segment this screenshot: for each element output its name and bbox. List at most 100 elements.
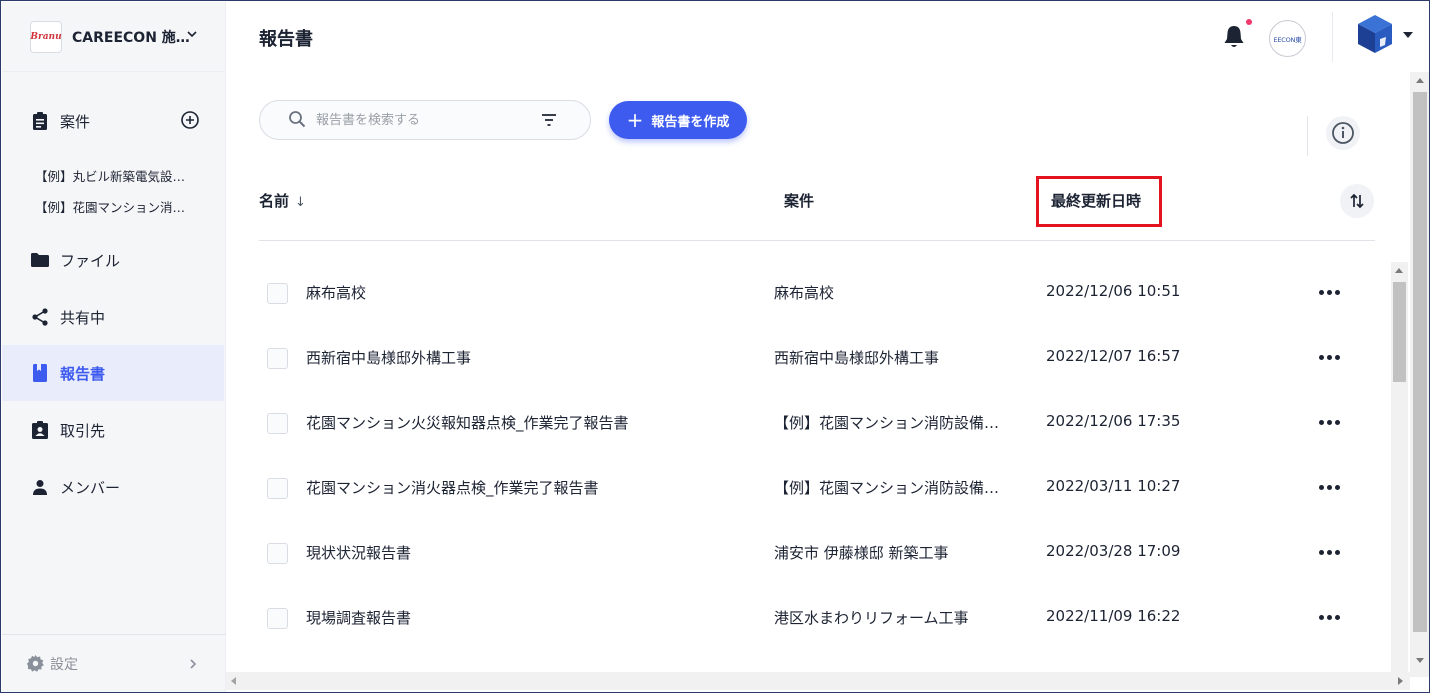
- page-scrollbar-thumb[interactable]: [1413, 92, 1427, 632]
- highlight-annotation-box: [1036, 176, 1162, 227]
- notification-dot: [1246, 19, 1252, 25]
- scroll-down-arrow-icon[interactable]: [1416, 658, 1424, 663]
- report-updated: 2022/12/07 16:57: [1046, 347, 1181, 365]
- table-row[interactable]: 現場調査報告書 港区水まわりリフォーム工事 2022/11/09 16:22: [259, 585, 1375, 650]
- report-name[interactable]: 現状状況報告書: [306, 542, 411, 563]
- column-header-name[interactable]: 名前 ↓: [259, 190, 306, 211]
- top-header: 報告書 EECON東: [226, 2, 1429, 72]
- bell-icon[interactable]: [1223, 25, 1245, 49]
- share-icon: [31, 308, 49, 326]
- scroll-left-arrow-icon[interactable]: [231, 677, 236, 685]
- filter-icon[interactable]: [540, 111, 558, 129]
- report-name[interactable]: 現場調査報告書: [306, 607, 411, 628]
- more-options-icon[interactable]: [1311, 280, 1347, 304]
- sidebar-item-label: 案件: [60, 112, 91, 131]
- settings-link[interactable]: 設定: [2, 634, 226, 692]
- folder-icon: [31, 251, 49, 269]
- sidebar-item-label: 取引先: [60, 421, 106, 440]
- more-options-icon[interactable]: [1311, 345, 1347, 369]
- info-icon: [1332, 122, 1354, 144]
- row-checkbox[interactable]: [267, 348, 288, 369]
- caret-down-icon[interactable]: [1402, 30, 1414, 40]
- org-avatar[interactable]: EECON東: [1269, 20, 1306, 57]
- column-header-label: 名前: [259, 192, 290, 210]
- gear-icon: [27, 655, 44, 672]
- more-options-icon[interactable]: [1311, 605, 1347, 629]
- org-name: CAREECON 施…: [72, 29, 190, 46]
- row-checkbox[interactable]: [267, 413, 288, 434]
- info-divider: [1307, 116, 1308, 156]
- report-project: 港区水まわりリフォーム工事: [774, 609, 969, 627]
- row-checkbox[interactable]: [267, 283, 288, 304]
- report-name[interactable]: 西新宿中島様邸外構工事: [306, 347, 471, 368]
- sidebar-item-members[interactable]: メンバー: [2, 459, 224, 515]
- report-project: 麻布高校: [774, 284, 835, 302]
- sidebar-item-label: 報告書: [60, 364, 106, 383]
- org-switcher[interactable]: Branu CAREECON 施…: [2, 2, 226, 72]
- table-row[interactable]: 西新宿中島様邸外構工事 西新宿中島様邸外構工事 2022/12/07 16:57: [259, 325, 1375, 390]
- chevron-right-icon: [190, 659, 197, 669]
- create-report-button[interactable]: + 報告書を作成: [609, 101, 747, 139]
- table-row[interactable]: 花園マンション火災報知器点検_作業完了報告書 【例】花園マンション消防設備… 2…: [259, 390, 1375, 455]
- sidebar-item-shared[interactable]: 共有中: [2, 289, 224, 345]
- sidebar-item-label: ファイル: [60, 251, 121, 270]
- table-row[interactable]: 麻布高校 麻布高校 2022/12/06 10:51: [259, 260, 1375, 325]
- sidebar-item-files[interactable]: ファイル: [2, 232, 224, 288]
- report-project: 【例】花園マンション消防設備…: [774, 479, 1000, 497]
- page-scrollbar[interactable]: [1410, 72, 1429, 677]
- sidebar-item-clients[interactable]: 取引先: [2, 402, 224, 458]
- row-checkbox[interactable]: [267, 543, 288, 564]
- report-book-icon: [31, 364, 49, 382]
- report-name[interactable]: 花園マンション消火器点検_作業完了報告書: [306, 477, 599, 498]
- sidebar-item-label: 共有中: [60, 308, 106, 327]
- app-window: Branu CAREECON 施… 案件 【例】丸ビル新築電気設… 【例】花園マ…: [0, 0, 1430, 693]
- org-logo: Branu: [30, 20, 62, 53]
- report-project: 【例】花園マンション消防設備…: [774, 414, 1000, 432]
- column-header-project[interactable]: 案件: [784, 190, 814, 211]
- search-input[interactable]: [316, 110, 536, 130]
- scroll-right-arrow-icon[interactable]: [1398, 677, 1403, 685]
- add-project-icon[interactable]: [180, 110, 200, 130]
- contact-badge-icon: [31, 421, 49, 439]
- sidebar-project-item[interactable]: 【例】花園マンション消…: [35, 197, 185, 216]
- info-button[interactable]: [1326, 116, 1360, 150]
- report-updated: 2022/03/28 17:09: [1046, 542, 1181, 560]
- sidebar-item-label: メンバー: [60, 478, 121, 497]
- more-options-icon[interactable]: [1311, 410, 1347, 434]
- report-project: 西新宿中島様邸外構工事: [774, 349, 940, 367]
- sidebar-project-item[interactable]: 【例】丸ビル新築電気設…: [35, 166, 185, 185]
- search-box: [259, 100, 591, 140]
- table-row[interactable]: 花園マンション消火器点検_作業完了報告書 【例】花園マンション消防設備… 202…: [259, 455, 1375, 520]
- sidebar: Branu CAREECON 施… 案件 【例】丸ビル新築電気設… 【例】花園マ…: [2, 2, 226, 692]
- clipboard-icon: [31, 112, 49, 130]
- plus-icon: +: [626, 108, 644, 132]
- report-updated: 2022/12/06 10:51: [1046, 282, 1181, 300]
- search-icon: [289, 111, 306, 128]
- report-updated: 2022/12/06 17:35: [1046, 412, 1181, 430]
- list-scrollbar[interactable]: [1391, 262, 1408, 672]
- more-options-icon[interactable]: [1311, 540, 1347, 564]
- report-name[interactable]: 麻布高校: [306, 282, 366, 303]
- report-project: 浦安市 伊藤様邸 新築工事: [774, 544, 949, 562]
- create-report-label: 報告書を作成: [651, 114, 730, 130]
- header-divider: [1332, 12, 1333, 62]
- person-icon: [31, 478, 49, 496]
- table-row[interactable]: 現状状況報告書 浦安市 伊藤様邸 新築工事 2022/03/28 17:09: [259, 520, 1375, 585]
- main-content: + 報告書を作成 名前↓ 案件 最終更新日時 麻布高校 麻布高校 2022/12…: [226, 72, 1429, 692]
- user-cube-avatar-icon[interactable]: [1358, 15, 1392, 53]
- report-updated: 2022/11/09 16:22: [1046, 607, 1181, 625]
- header-divider-line: [259, 240, 1375, 241]
- sort-toggle-button[interactable]: [1340, 184, 1374, 218]
- horizontal-scrollbar[interactable]: [226, 672, 1410, 690]
- scroll-up-arrow-icon[interactable]: [1416, 78, 1424, 83]
- more-options-icon[interactable]: [1311, 475, 1347, 499]
- sort-arrows-icon: [1350, 193, 1364, 209]
- row-checkbox[interactable]: [267, 608, 288, 629]
- report-updated: 2022/03/11 10:27: [1046, 477, 1181, 495]
- sidebar-item-reports[interactable]: 報告書: [2, 345, 224, 401]
- list-scrollbar-thumb[interactable]: [1393, 282, 1406, 382]
- scroll-up-arrow-icon[interactable]: [1395, 268, 1403, 273]
- chevron-down-icon[interactable]: [184, 26, 200, 42]
- row-checkbox[interactable]: [267, 478, 288, 499]
- report-name[interactable]: 花園マンション火災報知器点検_作業完了報告書: [306, 412, 629, 433]
